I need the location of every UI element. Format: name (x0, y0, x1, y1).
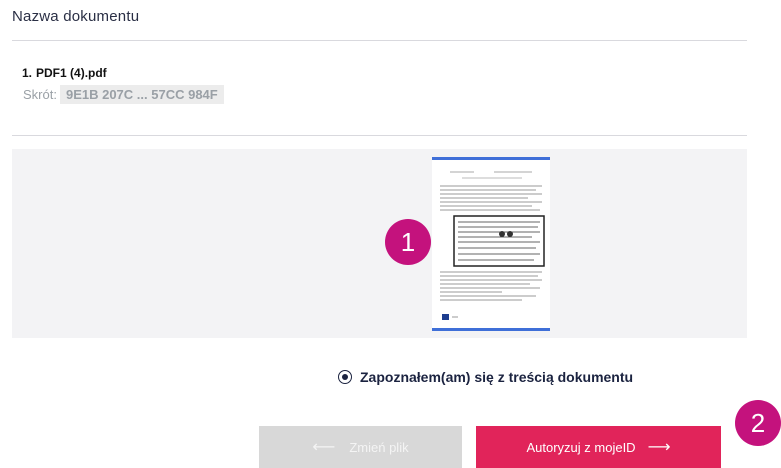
document-list-item: 1. PDF1 (4).pdf (22, 66, 107, 80)
hash-value: 9E1B 207C ... 57CC 984F (59, 85, 224, 104)
arrow-right-icon: ⟶ (647, 439, 671, 456)
step-badge-1: 1 (385, 219, 431, 265)
arrow-left-icon: ⟵ (312, 439, 336, 456)
page-title: Nazwa dokumentu (12, 8, 140, 25)
document-name: PDF1 (4).pdf (36, 66, 107, 80)
change-file-label: Zmień plik (349, 439, 409, 455)
step-badge-2: 2 (735, 400, 781, 446)
radio-selected-icon[interactable] (338, 370, 352, 384)
document-divider (12, 135, 747, 136)
authorize-label: Autoryzuj z mojeID (526, 439, 636, 455)
confirm-read-option[interactable]: Zapoznałem(am) się z treścią dokumentu (338, 369, 633, 385)
document-hash: Skrót: 9E1B 207C ... 57CC 984F (23, 85, 224, 104)
document-index: 1. (22, 66, 33, 80)
page-thumbnail[interactable] (432, 157, 550, 331)
confirm-read-label: Zapoznałem(am) się z treścią dokumentu (360, 369, 634, 385)
authorize-mojeid-button[interactable]: Autoryzuj z mojeID ⟶ (476, 426, 721, 468)
document-preview: 1 (12, 149, 747, 338)
change-file-button[interactable]: ⟵ Zmień plik (259, 426, 462, 468)
hash-label: Skrót: (23, 87, 57, 102)
header-divider (12, 40, 747, 41)
